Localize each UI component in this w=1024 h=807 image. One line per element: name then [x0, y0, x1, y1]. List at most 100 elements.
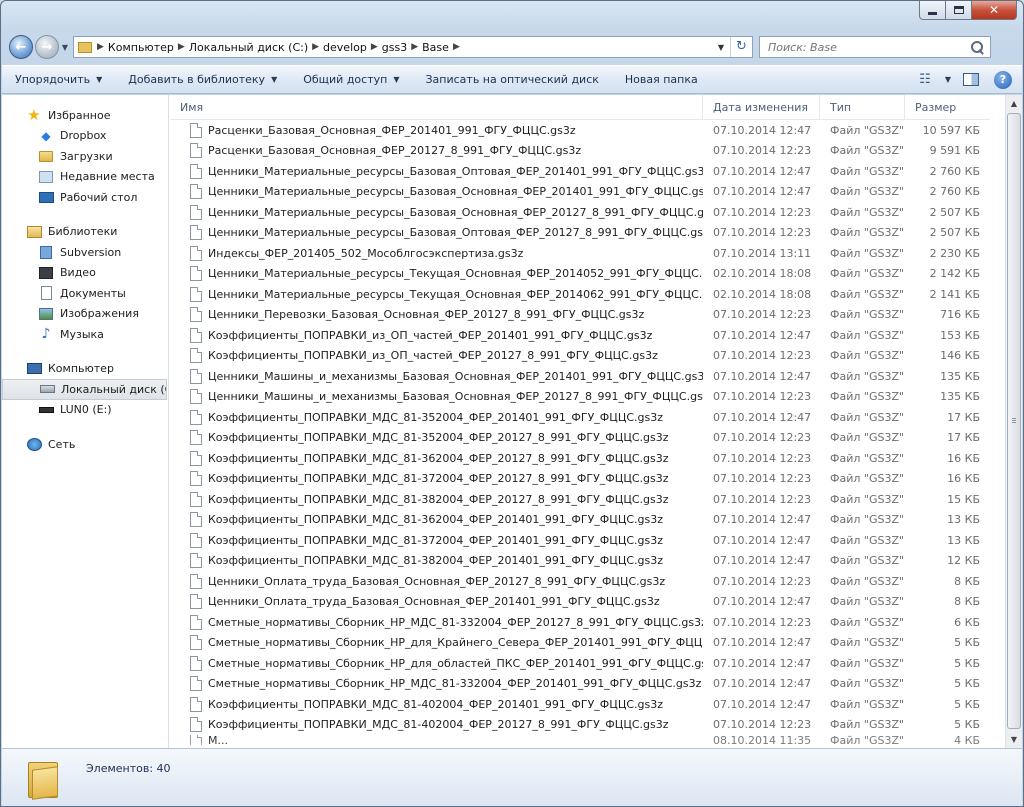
file-row[interactable]: Ценники_Материальные_ресурсы_Текущая_Осн…: [170, 264, 990, 285]
file-row[interactable]: Коэффициенты_ПОПРАВКИ_МДС_81-362004_ФЕР_…: [170, 510, 990, 531]
sidebar-item-dropbox[interactable]: ◆ Dropbox: [2, 126, 168, 147]
sidebar-label: Subversion: [60, 245, 122, 259]
column-header-name[interactable]: Имя: [170, 95, 703, 119]
chevron-right-icon[interactable]: ▶: [177, 42, 186, 52]
forward-button[interactable]: →: [35, 35, 59, 59]
file-row[interactable]: Коэффициенты_ПОПРАВКИ_МДС_81-382004_ФЕР_…: [170, 489, 990, 510]
file-row[interactable]: Ценники_Материальные_ресурсы_Базовая_Осн…: [170, 182, 990, 203]
file-size: 10 597 КБ: [922, 123, 980, 137]
file-row[interactable]: Сметные_нормативы_Сборник_НР_для_Крайнег…: [170, 633, 990, 654]
file-type: Файл "GS3Z": [830, 144, 905, 158]
file-row[interactable]: Расценки_Базовая_Основная_ФЕР_20127_8_99…: [170, 141, 990, 162]
file-date: 07.10.2014 12:47: [713, 164, 812, 178]
column-header-type[interactable]: Тип: [820, 95, 905, 119]
search-icon[interactable]: [971, 40, 984, 54]
column-headers: Имя Дата изменения Тип Размер: [170, 95, 990, 120]
main-area: ★ Избранное ◆ Dropbox Загрузки Недавние ме…: [2, 95, 1022, 748]
sidebar-item-pictures[interactable]: Изображения: [2, 304, 168, 325]
file-rows: Расценки_Базовая_Основная_ФЕР_201401_991…: [170, 120, 990, 745]
column-header-date[interactable]: Дата изменения: [703, 95, 820, 119]
sidebar-item-downloads[interactable]: Загрузки: [2, 146, 168, 167]
file-row[interactable]: Коэффициенты_ПОПРАВКИ_из_ОП_частей_ФЕР_2…: [170, 346, 990, 367]
file-row[interactable]: Ценники_Материальные_ресурсы_Текущая_Осн…: [170, 284, 990, 305]
sidebar-favorites[interactable]: ★ Избранное: [2, 105, 168, 126]
file-row[interactable]: Коэффициенты_ПОПРАВКИ_МДС_81-362004_ФЕР_…: [170, 448, 990, 469]
maximize-button[interactable]: [946, 1, 972, 20]
breadcrumb-computer[interactable]: Компьютер: [105, 41, 177, 54]
file-row[interactable]: Коэффициенты_ПОПРАВКИ_из_ОП_частей_ФЕР_2…: [170, 325, 990, 346]
share-button[interactable]: Общий доступ ▼: [290, 66, 412, 93]
address-history-dropdown[interactable]: ▼: [712, 43, 730, 52]
file-row[interactable]: Ценники_Оплата_труда_Базовая_Основная_ФЕ…: [170, 592, 990, 613]
file-row[interactable]: Расценки_Базовая_Основная_ФЕР_201401_991…: [170, 120, 990, 141]
add-to-library-button[interactable]: Добавить в библиотеку ▼: [115, 66, 290, 93]
scroll-down-arrow-icon[interactable]: ▼: [1006, 731, 1022, 748]
view-dropdown[interactable]: ▼: [940, 75, 956, 84]
breadcrumb-develop[interactable]: develop: [320, 41, 370, 54]
file-row[interactable]: Коэффициенты_ПОПРАВКИ_МДС_81-372004_ФЕР_…: [170, 469, 990, 490]
sidebar-item-music[interactable]: ♪ Музыка: [2, 324, 168, 345]
file-row[interactable]: Коэффициенты_ПОПРАВКИ_МДС_81-352004_ФЕР_…: [170, 428, 990, 449]
sidebar-libraries[interactable]: Библиотеки: [2, 222, 168, 243]
chevron-right-icon[interactable]: ▶: [311, 42, 320, 52]
chevron-right-icon[interactable]: ▶: [452, 42, 461, 52]
chevron-right-icon[interactable]: ▶: [96, 42, 105, 52]
file-name-cell: Сметные_нормативы_Сборник_НР_для_областе…: [170, 655, 703, 671]
file-row[interactable]: Ценники_Машины_и_механизмы_Базовая_Основ…: [170, 387, 990, 408]
file-size: 2 230 КБ: [929, 246, 980, 260]
file-row[interactable]: М... 08.10.2014 11:35 Файл "GS3Z" 4 КБ: [170, 735, 990, 745]
file-row[interactable]: Коэффициенты_ПОПРАВКИ_МДС_81-382004_ФЕР_…: [170, 551, 990, 572]
breadcrumb-gss3[interactable]: gss3: [379, 41, 410, 54]
file-row[interactable]: Ценники_Материальные_ресурсы_Базовая_Опт…: [170, 161, 990, 182]
sidebar-computer[interactable]: Компьютер: [2, 359, 168, 380]
sidebar-item-subversion[interactable]: Subversion: [2, 242, 168, 263]
view-options-icon[interactable]: ☷: [910, 72, 940, 87]
file-row[interactable]: Ценники_Материальные_ресурсы_Базовая_Осн…: [170, 202, 990, 223]
breadcrumb-local-disk[interactable]: Локальный диск (C:): [186, 41, 311, 54]
file-name: Коэффициенты_ПОПРАВКИ_МДС_81-352004_ФЕР_…: [208, 410, 664, 424]
file-row[interactable]: Ценники_Материальные_ресурсы_Базовая_Опт…: [170, 223, 990, 244]
sidebar-item-lun0[interactable]: LUN0 (E:): [2, 400, 168, 421]
file-row[interactable]: Коэффициенты_ПОПРАВКИ_МДС_81-402004_ФЕР_…: [170, 694, 990, 715]
back-button[interactable]: ←: [9, 35, 33, 59]
burn-button[interactable]: Записать на оптический диск: [412, 66, 611, 93]
column-header-size[interactable]: Размер: [905, 95, 990, 119]
file-name: Коэффициенты_ПОПРАВКИ_МДС_81-382004_ФЕР_…: [208, 554, 664, 568]
search-box[interactable]: [759, 36, 991, 58]
sidebar-label: Документы: [60, 286, 126, 300]
sidebar-item-recent-places[interactable]: Недавние места: [2, 167, 168, 188]
sidebar-item-local-disk[interactable]: Локальный диск (C:): [2, 379, 167, 400]
chevron-right-icon[interactable]: ▶: [370, 42, 379, 52]
help-icon[interactable]: ?: [994, 70, 1012, 89]
file-row[interactable]: Коэффициенты_ПОПРАВКИ_МДС_81-372004_ФЕР_…: [170, 530, 990, 551]
recent-pages-dropdown[interactable]: ▼: [59, 43, 71, 52]
file-row[interactable]: Сметные_нормативы_Сборник_НР_МДС_81-3320…: [170, 674, 990, 695]
sidebar-item-video[interactable]: Видео: [2, 263, 168, 284]
file-row[interactable]: Ценники_Машины_и_механизмы_Базовая_Основ…: [170, 366, 990, 387]
chevron-right-icon[interactable]: ▶: [410, 42, 419, 52]
file-size: 146 КБ: [940, 349, 980, 363]
preview-pane-button[interactable]: [956, 73, 986, 86]
sidebar-item-desktop[interactable]: Рабочий стол: [2, 187, 168, 208]
scroll-thumb[interactable]: [1007, 113, 1021, 729]
address-bar[interactable]: ▶ Компьютер ▶ Локальный диск (C:) ▶ deve…: [73, 36, 753, 58]
file-row[interactable]: Ценники_Оплата_труда_Базовая_Основная_ФЕ…: [170, 571, 990, 592]
file-row[interactable]: Коэффициенты_ПОПРАВКИ_МДС_81-352004_ФЕР_…: [170, 407, 990, 428]
sidebar-item-documents[interactable]: Документы: [2, 283, 168, 304]
minimize-button[interactable]: [919, 1, 946, 20]
breadcrumb-base[interactable]: Base: [419, 41, 452, 54]
organize-button[interactable]: Упорядочить ▼: [2, 66, 115, 93]
file-row[interactable]: Коэффициенты_ПОПРАВКИ_МДС_81-402004_ФЕР_…: [170, 715, 990, 736]
file-row[interactable]: Индексы_ФЕР_201405_502_Мособлгосэксперти…: [170, 243, 990, 264]
file-date: 07.10.2014 12:23: [713, 431, 812, 445]
vertical-scrollbar[interactable]: ▲ ▼: [1005, 95, 1022, 748]
sidebar-network[interactable]: Сеть: [2, 434, 168, 455]
new-folder-button[interactable]: Новая папка: [612, 66, 711, 93]
refresh-icon[interactable]: ↻: [730, 37, 752, 57]
file-row[interactable]: Сметные_нормативы_Сборник_НР_для_областе…: [170, 653, 990, 674]
scroll-up-arrow-icon[interactable]: ▲: [1006, 95, 1022, 112]
close-button[interactable]: ✕: [972, 1, 1017, 20]
file-row[interactable]: Ценники_Перевозки_Базовая_Основная_ФЕР_2…: [170, 305, 990, 326]
file-row[interactable]: Сметные_нормативы_Сборник_НР_МДС_81-3320…: [170, 612, 990, 633]
search-input[interactable]: [768, 40, 958, 54]
